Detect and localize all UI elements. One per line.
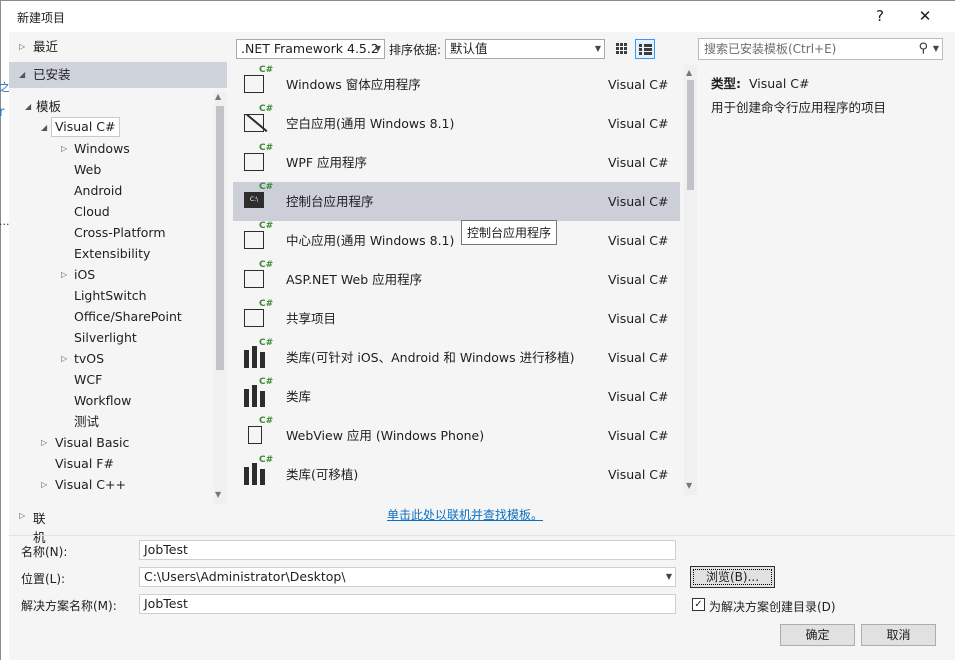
scroll-up-icon[interactable]: ▲ <box>686 68 692 77</box>
window-title: 新建项目 <box>17 11 66 25</box>
template-item[interactable]: C# 类库(可针对 iOS、Android 和 Windows 进行移植) Vi… <box>233 338 680 377</box>
location-label: 位置(L): <box>21 572 66 586</box>
tree-item-installed[interactable]: ◢ 已安装 <box>9 62 227 88</box>
small-icons-view-button[interactable] <box>612 39 632 59</box>
chevron-down-icon: ▼ <box>594 44 601 53</box>
expand-arrow-icon[interactable]: ▷ <box>41 432 47 453</box>
scrollbar-thumb[interactable] <box>687 80 694 190</box>
create-directory-label[interactable]: 为解决方案创建目录(D) <box>709 598 836 615</box>
background-window-strip: 之 r .... <box>0 1 13 660</box>
web-app-icon: C# <box>244 260 273 292</box>
chevron-down-icon[interactable]: ▼ <box>666 568 672 586</box>
template-list-scrollbar[interactable]: ▲ ▼ <box>684 65 697 495</box>
search-input[interactable]: 搜索已安装模板(Ctrl+E) ⚲ ▼ <box>698 38 943 60</box>
list-view-button[interactable] <box>635 39 655 59</box>
create-directory-checkbox[interactable]: ✓ <box>692 598 705 611</box>
search-icon[interactable]: ⚲ <box>918 39 928 59</box>
template-description: 用于创建命令行应用程序的项目 <box>711 100 887 115</box>
chevron-down-icon[interactable]: ▼ <box>933 39 939 59</box>
expand-arrow-icon[interactable]: ▷ <box>61 264 67 285</box>
blank-app-icon: C# <box>244 104 273 136</box>
expand-arrow-icon[interactable]: ▷ <box>19 36 25 57</box>
console-icon: C:\ C# <box>244 182 273 214</box>
template-item[interactable]: C# WebView 应用 (Windows Phone) Visual C# <box>233 416 680 455</box>
sort-label: 排序依据: <box>389 43 442 57</box>
tree-scrollbar[interactable]: ▲ ▼ <box>214 92 226 504</box>
template-info-panel: 类型: Visual C# 用于创建命令行应用程序的项目 <box>703 65 951 495</box>
collapse-arrow-icon[interactable]: ◢ <box>19 62 25 88</box>
framework-dropdown[interactable]: .NET Framework 4.5.2 ▼ <box>236 39 385 59</box>
scroll-down-icon[interactable]: ▼ <box>215 490 221 499</box>
scroll-down-icon[interactable]: ▼ <box>686 481 692 490</box>
template-item-selected[interactable]: C:\ C# 控制台应用程序 Visual C# <box>233 182 680 221</box>
template-item[interactable]: C# ASP.NET Web 应用程序 Visual C# <box>233 260 680 299</box>
portable-class-library-icon: C# <box>244 455 273 487</box>
expand-arrow-icon[interactable]: ▷ <box>61 138 67 159</box>
name-field[interactable]: JobTest <box>139 540 676 560</box>
template-item[interactable]: C# 中心应用(通用 Windows 8.1) Visual C# <box>233 221 680 260</box>
scrollbar-thumb[interactable] <box>216 106 224 370</box>
chevron-down-icon: ▼ <box>374 44 381 53</box>
expand-arrow-icon[interactable]: ▷ <box>61 348 67 369</box>
hub-app-icon: C# <box>244 221 273 253</box>
browse-button[interactable]: 浏览(B)... <box>690 566 775 588</box>
template-item[interactable]: C# Windows 窗体应用程序 Visual C# <box>233 65 680 104</box>
solution-name-label: 解决方案名称(M): <box>21 599 117 613</box>
template-tooltip: 控制台应用程序 <box>461 220 558 245</box>
divider <box>9 535 955 536</box>
class-library-icon: C# <box>244 377 273 409</box>
scroll-up-icon[interactable]: ▲ <box>215 92 221 101</box>
wpf-icon: C# <box>244 143 273 175</box>
collapse-arrow-icon[interactable]: ◢ <box>25 96 31 117</box>
title-bar: 新建项目 ? ✕ <box>9 1 955 32</box>
template-item[interactable]: C# 类库 Visual C# <box>233 377 680 416</box>
ok-button[interactable]: 确定 <box>780 624 855 646</box>
template-item[interactable]: C# 类库(可移植) Visual C# <box>233 455 680 494</box>
location-field[interactable]: C:\Users\Administrator\Desktop\ ▼ <box>139 567 676 587</box>
portable-library-icon: C# <box>244 338 273 370</box>
template-tree: ▷ 最近 ◢ 已安装 ◢ 模板 ◢ Visual C# ▷ Windows We… <box>9 32 227 504</box>
expand-arrow-icon[interactable]: ▷ <box>41 474 47 495</box>
winforms-icon: C# <box>244 65 273 97</box>
close-button[interactable]: ✕ <box>910 5 940 27</box>
name-label: 名称(N): <box>21 545 68 559</box>
dialog-body: ▷ 最近 ◢ 已安装 ◢ 模板 ◢ Visual C# ▷ Windows We… <box>9 32 955 660</box>
background-text-fragment: r <box>0 105 5 120</box>
template-item[interactable]: C# 共享项目 Visual C# <box>233 299 680 338</box>
find-online-templates-link[interactable]: 单击此处以联机并查找模板。 <box>387 506 543 523</box>
shared-project-icon: C# <box>244 299 273 331</box>
solution-name-field[interactable]: JobTest <box>139 594 676 614</box>
help-button[interactable]: ? <box>865 5 895 27</box>
webview-app-icon: C# <box>244 416 273 448</box>
sort-dropdown[interactable]: 默认值 ▼ <box>445 39 605 59</box>
template-item[interactable]: C# 空白应用(通用 Windows 8.1) Visual C# <box>233 104 680 143</box>
template-item[interactable]: C# WPF 应用程序 Visual C# <box>233 143 680 182</box>
new-project-dialog: 之 r .... 新建项目 ? ✕ ▷ 最近 ◢ 已安装 ◢ 模板 ◢ Visu… <box>0 0 955 660</box>
expand-arrow-icon[interactable]: ▷ <box>19 511 25 520</box>
template-list: C# Windows 窗体应用程序 Visual C# C# 空白应用(通用 W… <box>233 65 697 495</box>
collapse-arrow-icon[interactable]: ◢ <box>41 117 47 138</box>
template-type: 类型: Visual C# <box>711 76 810 91</box>
cancel-button[interactable]: 取消 <box>861 624 936 646</box>
